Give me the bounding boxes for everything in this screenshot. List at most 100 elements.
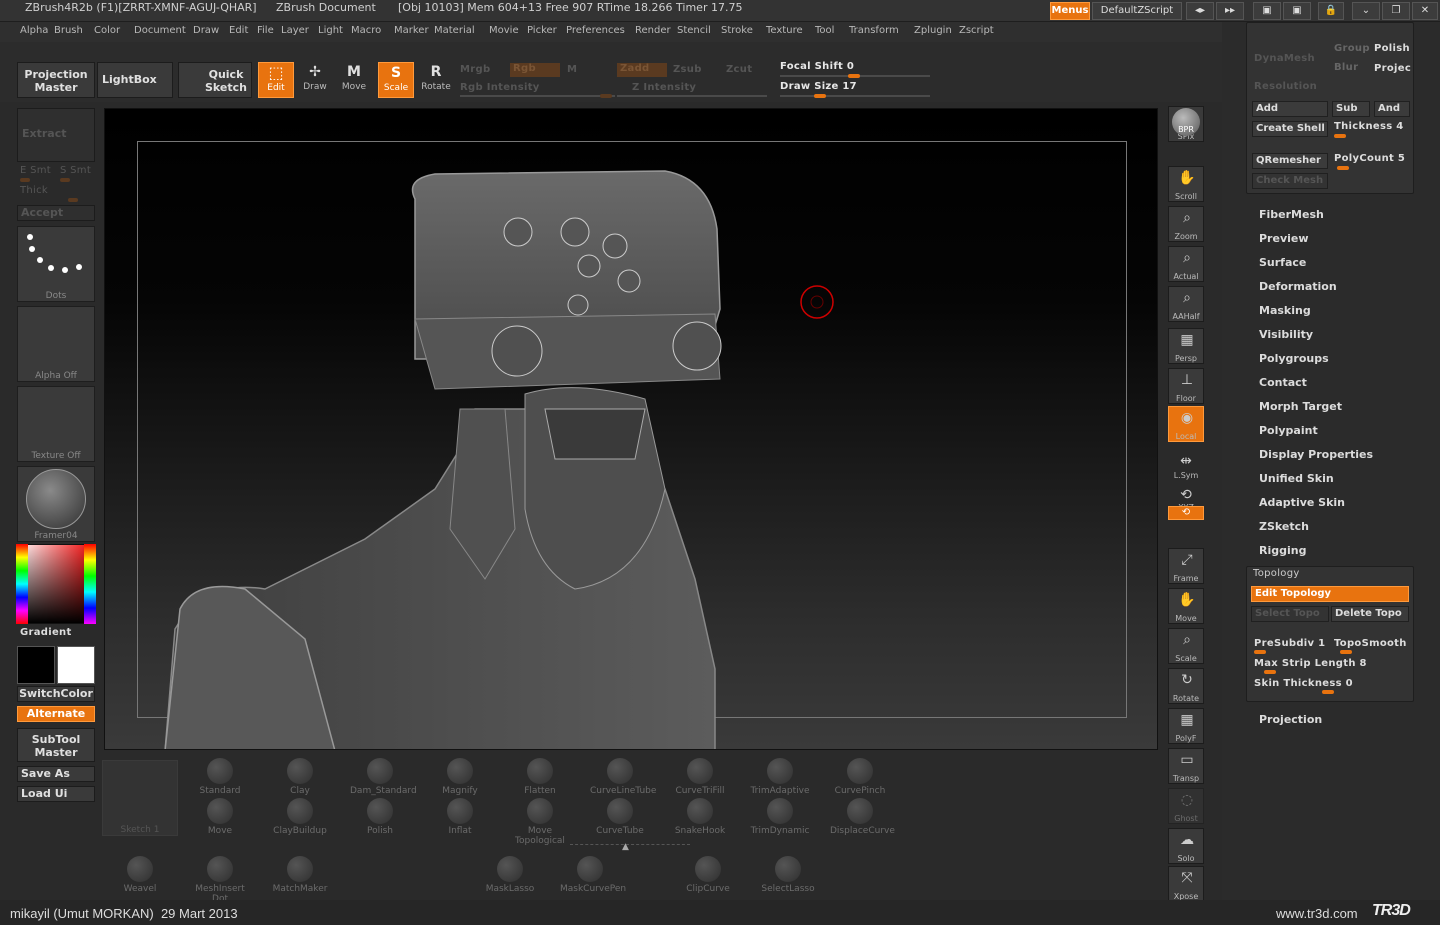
section-morph-target[interactable]: Morph Target: [1259, 400, 1342, 413]
tool-zoom-button[interactable]: ⌕ Zoom: [1168, 206, 1204, 242]
mrgb-toggle[interactable]: Mrgb: [460, 64, 490, 75]
menu-macro[interactable]: Macro: [351, 25, 381, 36]
and-button[interactable]: And: [1374, 101, 1410, 117]
brush-clay[interactable]: Clay: [270, 758, 330, 796]
tool-local-button[interactable]: ◉ Local: [1168, 406, 1204, 442]
layout-a-icon[interactable]: ▣: [1253, 2, 1281, 20]
toposmooth-knob[interactable]: [1340, 650, 1352, 654]
brush-displacecurve[interactable]: DisplaceCurve: [830, 798, 895, 836]
brush-trimdynamic[interactable]: TrimDynamic: [750, 798, 810, 836]
section-deformation[interactable]: Deformation: [1259, 280, 1337, 293]
rgb-intensity-knob[interactable]: [600, 94, 612, 98]
toposmooth-slider[interactable]: TopoSmooth: [1334, 638, 1407, 649]
sym-toggle-icon[interactable]: ⟲: [1168, 506, 1204, 520]
tool-actual-button[interactable]: ⌕ Actual: [1168, 246, 1204, 282]
menu-picker[interactable]: Picker: [527, 25, 557, 36]
brush-snakehook[interactable]: SnakeHook: [670, 798, 730, 836]
brush-polish[interactable]: Polish: [350, 798, 410, 836]
section-surface[interactable]: Surface: [1259, 256, 1306, 269]
brush-trimadaptive[interactable]: TrimAdaptive: [750, 758, 810, 796]
lightbox-button[interactable]: LightBox: [97, 62, 173, 98]
tool-solo-button[interactable]: ☁ Solo: [1168, 828, 1204, 864]
s-smt-knob[interactable]: [60, 178, 70, 182]
subtool-master-button[interactable]: SubTool Master: [17, 728, 95, 762]
extract-button[interactable]: Extract: [17, 108, 95, 162]
load-ui-button[interactable]: Load Ui: [17, 786, 95, 802]
restore-icon[interactable]: ❐: [1382, 2, 1410, 20]
select-topo-button[interactable]: Select Topo: [1251, 606, 1329, 622]
section-fibermesh[interactable]: FiberMesh: [1259, 208, 1324, 221]
rotate-button[interactable]: R Rotate: [418, 62, 454, 98]
site-link[interactable]: www.tr3d.com: [1276, 906, 1358, 921]
brush-curvepinch[interactable]: CurvePinch: [830, 758, 890, 796]
menu-alpha[interactable]: Alpha: [20, 25, 48, 36]
brush-inflat[interactable]: Inflat: [430, 798, 490, 836]
brush-claybuildup[interactable]: ClayBuildup: [270, 798, 330, 836]
switchcolor-button[interactable]: SwitchColor: [17, 686, 95, 702]
brush-curvelinetube[interactable]: CurveLineTube: [590, 758, 656, 796]
layout-b-icon[interactable]: ▣: [1283, 2, 1311, 20]
menu-movie[interactable]: Movie: [489, 25, 519, 36]
polycount-slider[interactable]: PolyCount 5: [1334, 153, 1405, 164]
thickness-slider[interactable]: Thickness 4: [1334, 121, 1404, 132]
section-rigging[interactable]: Rigging: [1259, 544, 1306, 557]
add-button[interactable]: Add: [1252, 101, 1328, 117]
tool-floor-button[interactable]: ⊥ Floor: [1168, 368, 1204, 404]
menu-texture[interactable]: Texture: [766, 25, 803, 36]
tool-move-button[interactable]: ✋ Move: [1168, 588, 1204, 624]
scale-button[interactable]: S Scale: [378, 62, 414, 98]
skin-thickness-knob[interactable]: [1322, 690, 1334, 694]
m-toggle[interactable]: M: [567, 64, 577, 75]
tool-ghost-button[interactable]: ◌ Ghost: [1168, 788, 1204, 824]
menu-layer[interactable]: Layer: [281, 25, 309, 36]
menu-brush[interactable]: Brush: [54, 25, 83, 36]
zadd-toggle[interactable]: Zadd: [617, 63, 667, 77]
brush-maskcurvepen[interactable]: MaskCurvePen: [560, 856, 626, 894]
section-adaptive-skin[interactable]: Adaptive Skin: [1259, 496, 1345, 509]
z-intensity-track[interactable]: [617, 95, 767, 97]
skin-thickness-slider[interactable]: Skin Thickness 0: [1254, 678, 1353, 689]
max-strip-knob[interactable]: [1264, 670, 1276, 674]
qremesher-button[interactable]: QRemesher: [1252, 153, 1328, 169]
collapse-arrow-icon[interactable]: ▲: [622, 842, 636, 852]
brush-matchmaker[interactable]: MatchMaker: [270, 856, 330, 894]
alternate-button[interactable]: Alternate: [17, 706, 95, 722]
focal-shift-knob[interactable]: [848, 74, 860, 78]
brush-standard[interactable]: Standard: [190, 758, 250, 796]
accept-button[interactable]: Accept: [17, 205, 95, 221]
section-zsketch[interactable]: ZSketch: [1259, 520, 1309, 533]
minimize-icon[interactable]: ⌄: [1352, 2, 1380, 20]
menu-stencil[interactable]: Stencil: [677, 25, 711, 36]
polish-toggle[interactable]: Polish: [1374, 43, 1410, 54]
texture-thumbnail[interactable]: Texture Off: [17, 386, 95, 462]
projection-section[interactable]: Projection: [1259, 713, 1322, 726]
zsub-toggle[interactable]: Zsub: [673, 64, 702, 75]
section-contact[interactable]: Contact: [1259, 376, 1307, 389]
default-zscript-button[interactable]: DefaultZScript: [1092, 2, 1182, 20]
layout-prev-icon[interactable]: ◂▸: [1186, 2, 1214, 20]
rgb-toggle[interactable]: Rgb: [510, 63, 560, 77]
tool-aahalf-button[interactable]: ⌕ AAHalf: [1168, 286, 1204, 322]
tool-lsym-button[interactable]: ⇹ L.Sym: [1168, 450, 1204, 480]
tool-persp-button[interactable]: ▦ Persp: [1168, 328, 1204, 364]
tool-transp-button[interactable]: ▭ Transp: [1168, 748, 1204, 784]
tool-frame-button[interactable]: ⤢ Frame: [1168, 548, 1204, 584]
brush-move-topological[interactable]: Move Topological: [510, 798, 570, 846]
secondary-color-swatch[interactable]: [57, 646, 95, 684]
menu-render[interactable]: Render: [635, 25, 671, 36]
projec-toggle[interactable]: Projec: [1374, 63, 1411, 74]
brush-meshinsert-dot[interactable]: MeshInsert Dot: [190, 856, 250, 904]
draw-size-track[interactable]: [780, 95, 930, 97]
menu-stroke[interactable]: Stroke: [721, 25, 753, 36]
resolution-slider[interactable]: Resolution: [1254, 81, 1317, 92]
tool-rotate-button[interactable]: ↻ Rotate: [1168, 668, 1204, 704]
group-toggle[interactable]: Group: [1334, 43, 1370, 54]
draw-size-knob[interactable]: [814, 94, 826, 98]
menu-preferences[interactable]: Preferences: [566, 25, 625, 36]
draw-button[interactable]: ✢ Draw: [297, 62, 333, 98]
menu-material[interactable]: Material: [434, 25, 475, 36]
menu-transform[interactable]: Transform: [849, 25, 899, 36]
menu-light[interactable]: Light: [318, 25, 343, 36]
menu-marker[interactable]: Marker: [394, 25, 429, 36]
presubdiv-knob[interactable]: [1254, 650, 1266, 654]
